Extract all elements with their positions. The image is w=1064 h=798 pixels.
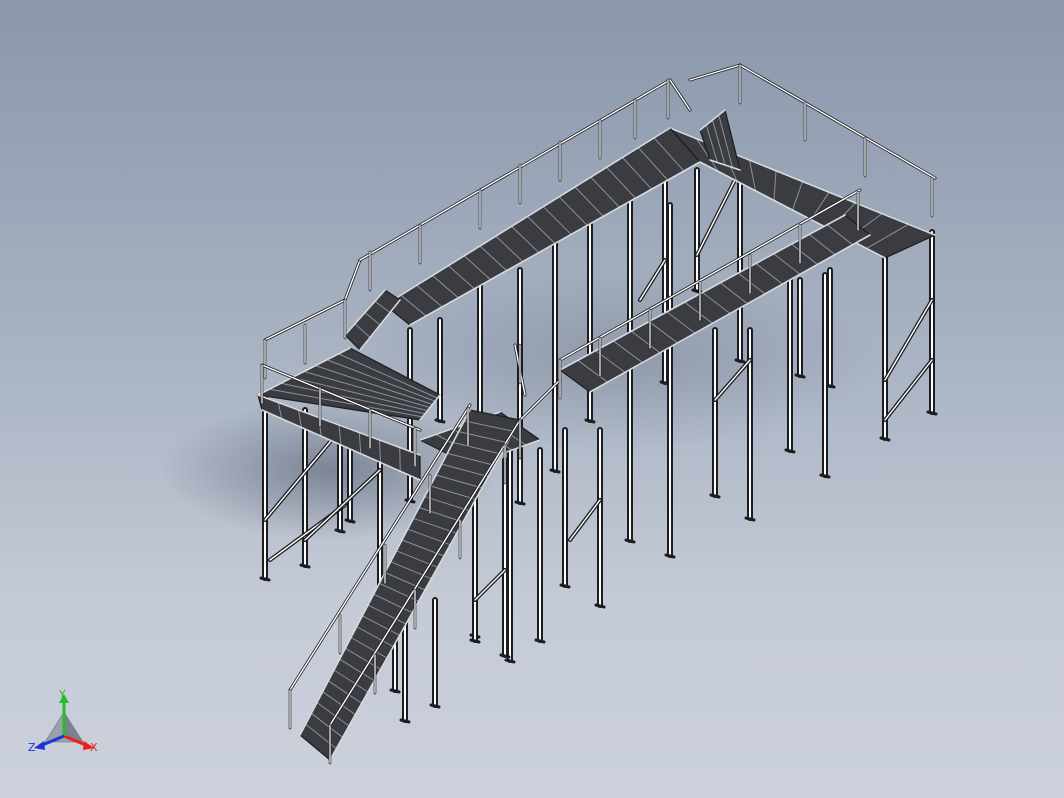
column-base-plate — [514, 500, 526, 506]
triad-x-label: X — [90, 741, 98, 754]
steel-structure[interactable] — [256, 108, 938, 761]
model-viewport[interactable]: Y X Z — [0, 0, 1064, 798]
column-base-plate — [504, 658, 516, 664]
column-base-plate — [334, 528, 346, 534]
triad-y-label: Y — [58, 688, 66, 701]
grating-bar — [399, 447, 401, 472]
cross-brace-highlight — [474, 569, 506, 601]
model-canvas[interactable]: Y X Z — [0, 0, 1064, 798]
column-base-plate — [299, 563, 311, 569]
handrail-top-highlight — [739, 64, 936, 179]
handrail-top-highlight — [669, 79, 691, 111]
column-base-plate — [389, 688, 401, 694]
column-base-plate — [434, 418, 446, 424]
column-base-plate — [784, 448, 796, 454]
column-base-plate — [534, 638, 546, 644]
column-base-plate — [584, 418, 596, 424]
handrail-top-highlight — [689, 64, 741, 81]
cross-brace-highlight — [696, 169, 741, 256]
column-base-plate — [664, 553, 676, 559]
column-base-plate — [794, 373, 806, 379]
column-base-plate — [734, 358, 746, 364]
handrail-top-highlight — [344, 259, 361, 301]
view-triad[interactable]: Y X Z — [28, 688, 98, 754]
column-base-plate — [594, 603, 606, 609]
column-base-plate — [879, 436, 891, 442]
triad-z-label: Z — [28, 741, 36, 754]
column-base-plate — [259, 576, 271, 582]
column-base-plate — [344, 518, 356, 524]
column-base-plate — [926, 410, 938, 416]
column-base-plate — [709, 493, 721, 499]
column-base-plate — [429, 703, 441, 709]
column-base-plate — [744, 516, 756, 522]
cross-brace-highlight — [569, 499, 601, 541]
column-base-plate — [549, 468, 561, 474]
z-axis-arrow — [34, 741, 45, 750]
column-base-plate — [399, 718, 411, 724]
column-base-plate — [469, 638, 481, 644]
column-base-plate — [624, 538, 636, 544]
column-base-plate — [499, 653, 511, 659]
column-base-plate — [819, 473, 831, 479]
column-base-plate — [559, 583, 571, 589]
